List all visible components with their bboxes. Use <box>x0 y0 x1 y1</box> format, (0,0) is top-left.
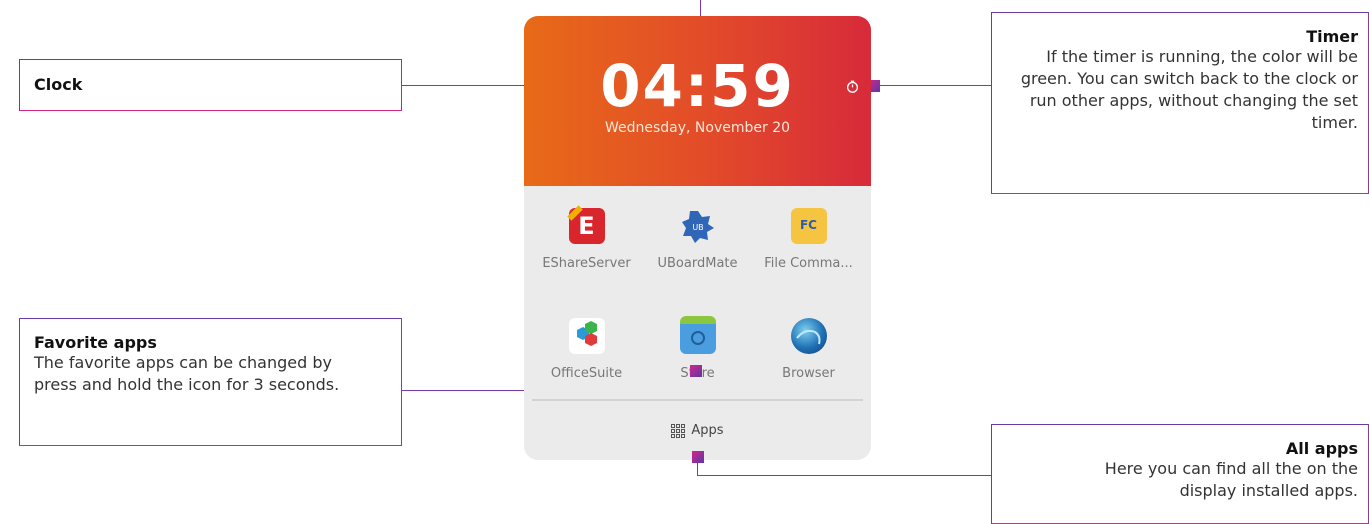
app-browser[interactable]: Browser <box>751 318 866 381</box>
app-label: OfficeSuite <box>550 366 623 381</box>
app-file-commander[interactable]: FC File Comma... <box>751 208 866 271</box>
all-apps-callout: All apps Here you can find all the on th… <box>991 424 1369 524</box>
officesuite-icon <box>568 318 605 354</box>
store-icon <box>679 316 716 354</box>
top-connector-line <box>700 0 701 16</box>
timer-callout: Timer If the timer is running, the color… <box>991 12 1369 194</box>
uboardmate-icon: UB <box>680 208 716 244</box>
all-apps-label: Apps <box>691 423 724 438</box>
clock-panel[interactable]: 04:59 Wednesday, November 20 <box>524 16 871 186</box>
favorites-callout-title: Favorite apps <box>34 333 157 352</box>
home-widget: 04:59 Wednesday, November 20 E EShareSer… <box>524 16 871 460</box>
favorites-callout: Favorite apps The favorite apps can be c… <box>19 318 402 446</box>
clock-date: Wednesday, November 20 <box>604 120 791 136</box>
app-uboardmate[interactable]: UB UBoardMate <box>640 208 755 271</box>
timer-icon[interactable] <box>846 80 859 93</box>
app-label: Browser <box>782 366 835 381</box>
clock-callout-title: Clock <box>34 75 83 94</box>
timer-callout-title: Timer <box>1306 27 1358 46</box>
favorites-marker <box>690 365 702 377</box>
browser-icon <box>790 318 827 354</box>
favorites-callout-desc: The favorite apps can be changed by pres… <box>34 353 340 394</box>
app-label: EShareServer <box>542 256 631 271</box>
app-label: File Comma... <box>764 256 853 271</box>
eshare-icon: E <box>566 205 605 244</box>
all-apps-marker <box>692 451 704 463</box>
app-officesuite[interactable]: OfficeSuite <box>529 318 644 381</box>
all-apps-connector-line-v <box>697 463 698 475</box>
timer-callout-desc: If the timer is running, the color will … <box>1020 47 1358 132</box>
app-label: UBoardMate <box>657 256 738 271</box>
all-apps-callout-desc: Here you can find all the on the display… <box>1104 459 1358 500</box>
all-apps-callout-title: All apps <box>1285 439 1358 458</box>
timer-connector-line <box>880 85 991 86</box>
svg-text:UB: UB <box>692 223 703 232</box>
apps-grid-icon <box>671 423 686 438</box>
clock-time: 04:59 <box>600 52 795 120</box>
file-commander-icon: FC <box>790 208 827 244</box>
clock-callout: Clock <box>19 59 402 111</box>
favorite-apps-grid: E EShareServer UB UBoardMate FC File Com… <box>524 186 871 414</box>
all-apps-connector-line-h <box>697 475 991 476</box>
app-eshareserver[interactable]: E EShareServer <box>529 205 644 271</box>
